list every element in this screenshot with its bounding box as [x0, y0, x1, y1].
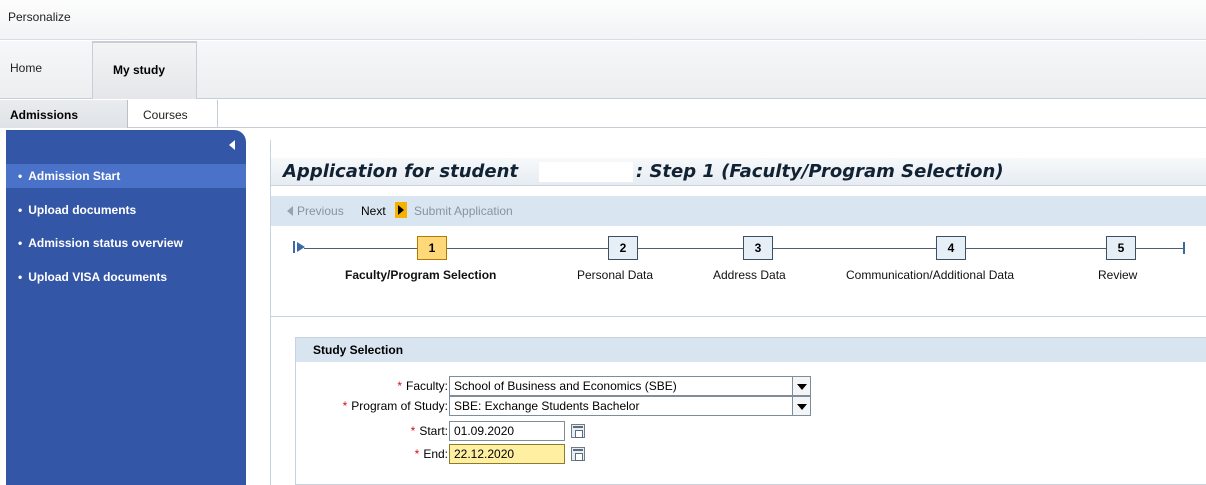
roadmap-step-3[interactable]: 3: [743, 236, 773, 260]
faculty-value: School of Business and Economics (SBE): [454, 379, 677, 393]
roadmap-start-icon: [293, 240, 307, 254]
faculty-row-label: * Faculty:: [296, 376, 448, 396]
study-selection-header: Study Selection: [296, 338, 1206, 362]
roadmap: 1 2 3 4 5 Faculty/Program Selection Pers…: [271, 226, 1206, 316]
section-divider: [271, 316, 1206, 317]
required-marker: *: [397, 379, 402, 393]
roadmap-label-faculty[interactable]: Faculty/Program Selection: [345, 268, 496, 282]
start-date-value: 01.09.2020: [454, 424, 515, 438]
end-date-input[interactable]: 22.12.2020: [449, 444, 565, 464]
start-row-label: * Start:: [296, 421, 448, 441]
previous-button[interactable]: Previous: [297, 204, 344, 218]
collapse-sidebar-icon[interactable]: [229, 140, 235, 150]
required-marker: *: [410, 424, 416, 438]
subtab-admissions-label: Admissions: [10, 108, 79, 122]
previous-arrow-icon: [287, 206, 293, 216]
roadmap-step-2[interactable]: 2: [608, 236, 638, 260]
tab-home[interactable]: Home: [10, 61, 42, 75]
calendar-icon[interactable]: [571, 424, 585, 438]
start-label: Start:: [419, 424, 448, 438]
program-value: SBE: Exchange Students Bachelor: [454, 399, 640, 413]
next-button[interactable]: Next: [361, 204, 386, 218]
end-label: End:: [423, 447, 448, 461]
sidebar-item-admission-status[interactable]: • Admission status overview: [6, 231, 246, 255]
roadmap-label-communication[interactable]: Communication/Additional Data: [846, 268, 1014, 282]
sidebar-item-upload-visa[interactable]: • Upload VISA documents: [6, 265, 246, 289]
study-selection-panel: Study Selection * Faculty: School of Busi…: [295, 337, 1206, 485]
tab-my-study[interactable]: My study: [92, 41, 197, 99]
start-date-input[interactable]: 01.09.2020: [449, 421, 565, 441]
main-content: Application for student : Step 1 (Facult…: [270, 140, 1206, 485]
calendar-icon[interactable]: [571, 447, 585, 461]
sub-tab-bar: Admissions Courses: [0, 100, 1206, 128]
bullet-icon: •: [18, 203, 23, 217]
roadmap-label-review[interactable]: Review: [1098, 268, 1137, 282]
chevron-down-icon[interactable]: [792, 397, 810, 415]
roadmap-toolbar: Previous Next Submit Application: [271, 196, 1206, 226]
program-row-label: * Program of Study:: [296, 396, 448, 416]
program-select[interactable]: SBE: Exchange Students Bachelor: [449, 396, 811, 416]
page-title: Application for student : Step 1 (Facult…: [271, 158, 1206, 186]
sidebar-item-label: Upload VISA documents: [28, 270, 168, 284]
faculty-select[interactable]: School of Business and Economics (SBE): [449, 376, 811, 396]
required-marker: *: [342, 399, 348, 413]
faculty-label: Faculty:: [405, 379, 448, 393]
submit-application-button[interactable]: Submit Application: [414, 204, 513, 218]
subtab-courses[interactable]: Courses: [130, 100, 218, 128]
page-title-part2: : Step 1 (Faculty/Program Selection): [636, 161, 1004, 182]
sidebar-item-label: Admission status overview: [28, 236, 183, 250]
end-date-value: 22.12.2020: [454, 447, 515, 461]
program-label: Program of Study:: [351, 399, 448, 413]
subtab-courses-label: Courses: [143, 108, 188, 122]
top-bar: Personalize: [0, 0, 1206, 40]
roadmap-label-personal[interactable]: Personal Data: [577, 268, 653, 282]
roadmap-step-5[interactable]: 5: [1106, 236, 1136, 260]
end-row-label: * End:: [296, 444, 448, 464]
personalize-link[interactable]: Personalize: [8, 10, 71, 24]
roadmap-step-1[interactable]: 1: [417, 236, 447, 260]
roadmap-end-icon: [1177, 240, 1185, 256]
tab-my-study-label: My study: [113, 63, 166, 77]
sidebar: • Admission Start • Upload documents • Admi…: [6, 130, 246, 485]
roadmap-step-4[interactable]: 4: [936, 236, 966, 260]
redacted-student-name: [539, 162, 633, 182]
bullet-icon: •: [18, 169, 23, 183]
next-arrow-icon[interactable]: [395, 202, 407, 218]
page-title-part1: Application for student: [283, 161, 519, 182]
chevron-down-icon[interactable]: [792, 377, 810, 395]
study-selection-title: Study Selection: [313, 343, 404, 357]
sidebar-item-label: Admission Start: [28, 169, 121, 183]
bullet-icon: •: [18, 236, 23, 250]
subtab-admissions[interactable]: Admissions: [0, 100, 128, 128]
sidebar-item-upload-documents[interactable]: • Upload documents: [6, 198, 246, 222]
required-marker: *: [414, 447, 420, 461]
bullet-icon: •: [18, 270, 23, 284]
sidebar-item-admission-start[interactable]: • Admission Start: [6, 164, 246, 188]
roadmap-label-address[interactable]: Address Data: [713, 268, 786, 282]
main-tab-bar: Home My study: [0, 41, 1206, 99]
sidebar-item-label: Upload documents: [28, 203, 137, 217]
